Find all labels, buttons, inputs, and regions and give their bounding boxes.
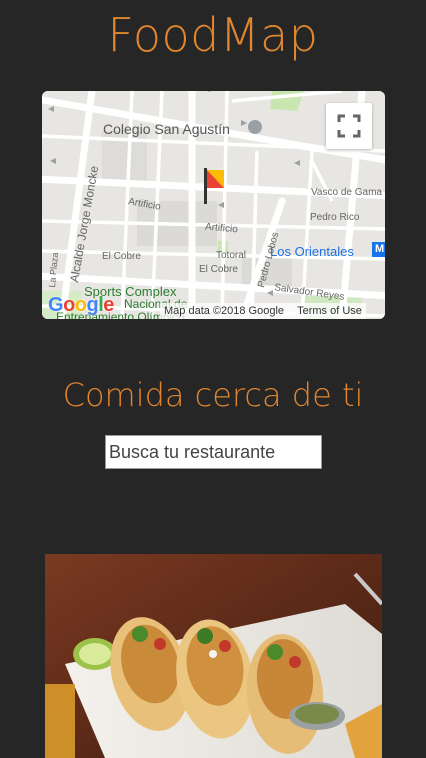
terms-of-use-link[interactable]: Terms of Use [297,305,362,317]
map-data-text: Map data ©2018 Google [164,305,285,317]
google-logo-letter: G [48,294,64,316]
school-icon [248,120,262,134]
map-label-los-orientales: Los Orientales [270,244,354,259]
metro-letter: M [375,243,385,255]
map-label-el-cobre-1: El Cobre [102,251,141,262]
google-logo-letter: o [63,294,75,316]
map-attribution: Map data ©2018 Google Terms of Use [160,303,366,319]
map-label-pedro-rico: Pedro Rico [310,212,360,223]
google-logo-letter: g [86,294,99,316]
map-label-totoral: Totoral [216,250,247,261]
google-logo-letter: o [74,294,87,316]
food-image [45,554,382,758]
search-input[interactable] [105,435,322,469]
app-title: FoodMap [107,8,319,62]
fullscreen-button[interactable] [326,103,372,149]
section-title: Comida cerca de ti [62,376,364,414]
map-label-vasco: Vasco de Gama [311,187,382,198]
map-label-el-cobre-2: El Cobre [199,264,238,275]
map-label-colegio: Colegio San Agustín [103,121,230,137]
flag-marker-icon[interactable] [202,168,228,210]
google-logo-letter: e [103,294,114,316]
google-logo: Google [48,294,114,317]
map-view[interactable]: Colegio San Agustín Alcalde Jorge Moncke… [42,91,385,319]
fullscreen-icon [337,114,361,138]
